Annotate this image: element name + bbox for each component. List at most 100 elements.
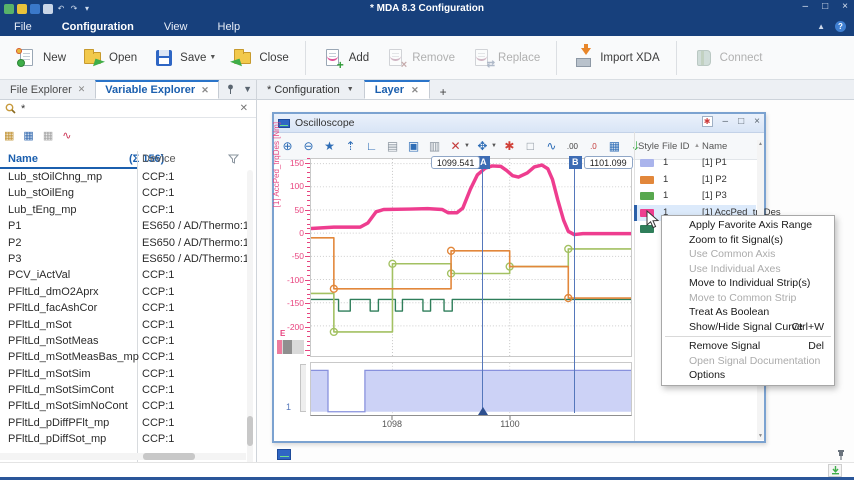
chevron-down-icon[interactable]: ▼ [347, 86, 354, 93]
y-axis-zoom-slider[interactable] [277, 340, 304, 354]
filter-icon[interactable] [228, 154, 239, 164]
customize-caret-icon[interactable]: ▾ [82, 4, 92, 14]
undo-icon[interactable]: ↶ [56, 4, 66, 14]
open-button[interactable]: Open [74, 44, 145, 72]
collapse-ribbon-icon[interactable]: ▲ [817, 22, 825, 31]
table-row[interactable]: Lub_tEng_mpCCP:1 [0, 203, 246, 219]
decimal-increase-icon[interactable]: .00 [564, 138, 581, 155]
menu-tab-help[interactable]: Help [216, 19, 243, 35]
zoom-fit-icon[interactable]: ★ [321, 138, 338, 155]
table-row[interactable]: Lub_stOilChng_mpCCP:1 [0, 170, 246, 186]
menu-item-apply-favorite-axis-range[interactable]: Apply Favorite Axis Range [662, 218, 834, 233]
import-xda-button[interactable]: Import XDA [565, 44, 667, 72]
main-strip-plot[interactable] [310, 158, 632, 357]
table-row[interactable]: PFltLd_pDiffSot_mpCCP:1 [0, 432, 246, 448]
tab-file-explorer[interactable]: File Explorer ✕ [0, 80, 95, 99]
pin-icon[interactable] [226, 84, 235, 94]
cursor-a-triangle[interactable] [478, 402, 488, 415]
save-icon[interactable] [30, 4, 40, 14]
layer-table-icon[interactable]: ▦ [606, 138, 623, 155]
signal-row[interactable]: 1[1] P2 [636, 172, 756, 189]
search-input-value[interactable]: * [21, 103, 25, 115]
horizontal-scrollbar[interactable] [0, 453, 246, 460]
minimize-button[interactable]: – [803, 1, 809, 12]
print-icon[interactable]: ▥ [426, 138, 443, 155]
zoom-in-icon[interactable]: ⊕ [279, 138, 296, 155]
close-button[interactable]: Close [224, 44, 296, 72]
table-row[interactable]: PFltLd_mSotCCP:1 [0, 318, 246, 334]
help-icon[interactable]: ? [835, 21, 846, 32]
close-button[interactable]: × [842, 1, 848, 12]
xy-axis-icon[interactable]: ∟ [363, 138, 380, 155]
signal-preview-icon[interactable]: ∿ [62, 130, 71, 143]
tab-configuration[interactable]: * Configuration ▼ [257, 80, 364, 99]
table-row[interactable]: P1ES650 / AD/Thermo:1 [0, 219, 246, 235]
new-tab-button[interactable]: + [430, 85, 457, 99]
menu-tab-file[interactable]: File [12, 19, 34, 35]
redo-icon[interactable]: ↷ [69, 4, 79, 14]
cursor-b-line[interactable] [574, 163, 575, 413]
menu-item-options[interactable]: Options [662, 368, 834, 383]
table-row[interactable]: PFltLd_dmO2AprxCCP:1 [0, 285, 246, 301]
name-column-header[interactable]: Name [8, 153, 38, 165]
style-column-header[interactable]: Style [638, 141, 659, 152]
device-column-header[interactable]: Device [142, 153, 176, 165]
tab-variable-explorer[interactable]: Variable Explorer ✕ [95, 80, 218, 99]
dropdown-caret-icon[interactable]: ▼ [491, 143, 497, 149]
menu-item-zoom-to-fit-signal-s[interactable]: Zoom to fit Signal(s) [662, 233, 834, 248]
statistics-icon[interactable]: ∿ [543, 138, 560, 155]
pan-icon[interactable]: ✥ [474, 138, 491, 155]
export-status-icon[interactable] [828, 464, 842, 477]
signal-row[interactable]: 1[1] P3 [636, 188, 756, 205]
menu-tab-configuration[interactable]: Configuration [60, 19, 136, 35]
fileid-column-header[interactable]: File ID [662, 141, 689, 152]
scrollbar-thumb[interactable] [247, 416, 253, 446]
copy-icon[interactable]: ▤ [384, 138, 401, 155]
table-row[interactable]: PFltLd_mSotSimContCCP:1 [0, 383, 246, 399]
table-row[interactable]: PCV_iActValCCP:1 [0, 268, 246, 284]
signal-style-swatch[interactable] [640, 192, 654, 200]
chevron-down-icon[interactable]: ▼ [243, 84, 252, 94]
settings-icon[interactable]: ✱ [501, 138, 518, 155]
tab-layer[interactable]: Layer ✕ [364, 80, 430, 99]
columns-check-icon[interactable]: ▦ [23, 130, 33, 143]
table-row[interactable]: PFltLd_mSotMeasBas_mpCCP:1 [0, 350, 246, 366]
table-row[interactable]: PFltLd_mSotSimNoContCCP:1 [0, 399, 246, 415]
table-row[interactable]: PFltLd_facAshCorCCP:1 [0, 301, 246, 317]
scroll-down-icon[interactable]: ▼ [757, 433, 764, 439]
menu-item-show-hide-signal-curve[interactable]: Show/Hide Signal CurveCtrl+W [662, 320, 834, 335]
add-button[interactable]: +Add [314, 44, 377, 72]
search-bar[interactable]: * ✕ [0, 100, 256, 118]
close-window-icon[interactable]: × [754, 116, 760, 127]
signal-cursor-icon[interactable]: ✕ [447, 138, 464, 155]
close-tab-icon[interactable]: ✕ [201, 85, 209, 96]
signal-style-swatch[interactable] [640, 159, 654, 167]
maximize-window-icon[interactable]: □ [738, 116, 744, 127]
export-report-icon[interactable] [43, 4, 53, 14]
decimal-decrease-icon[interactable]: .0 [585, 138, 602, 155]
layer-properties-icon[interactable]: ✱ [702, 116, 713, 127]
boolean-strip-axis-bracket[interactable] [300, 364, 306, 412]
minimize-window-icon[interactable]: – [723, 116, 729, 127]
app-icon[interactable] [4, 4, 14, 14]
filter-remove-icon[interactable]: ▦ [43, 130, 53, 143]
columns-icon[interactable]: ▦ [4, 130, 14, 143]
menu-item-treat-as-boolean[interactable]: Treat As Boolean [662, 305, 834, 320]
oscilloscope-titlebar[interactable]: Oscilloscope ✱ – □ × [274, 114, 764, 133]
save-button[interactable]: Save▼ [145, 44, 224, 72]
table-row[interactable]: PFltLd_mSotMeasCCP:1 [0, 334, 246, 350]
save-icon[interactable]: ▣ [405, 138, 422, 155]
table-row[interactable]: Lub_stOilEngCCP:1 [0, 186, 246, 202]
pin-icon[interactable] [836, 449, 846, 461]
vertical-scrollbar[interactable] [247, 170, 253, 480]
menu-tab-view[interactable]: View [162, 19, 190, 35]
signal-row[interactable]: 1[1] P1 [636, 155, 756, 172]
new-button[interactable]: New [8, 44, 74, 72]
close-tab-icon[interactable]: ✕ [411, 85, 419, 96]
signal-style-swatch[interactable] [640, 176, 654, 184]
minimized-layer-icon[interactable] [277, 449, 291, 460]
cursor-a-line[interactable] [482, 163, 483, 413]
boolean-strip-plot[interactable] [310, 362, 632, 416]
table-row[interactable]: PFltLd_mSotSimCCP:1 [0, 367, 246, 383]
cursor-b-badge[interactable]: B [569, 156, 582, 169]
